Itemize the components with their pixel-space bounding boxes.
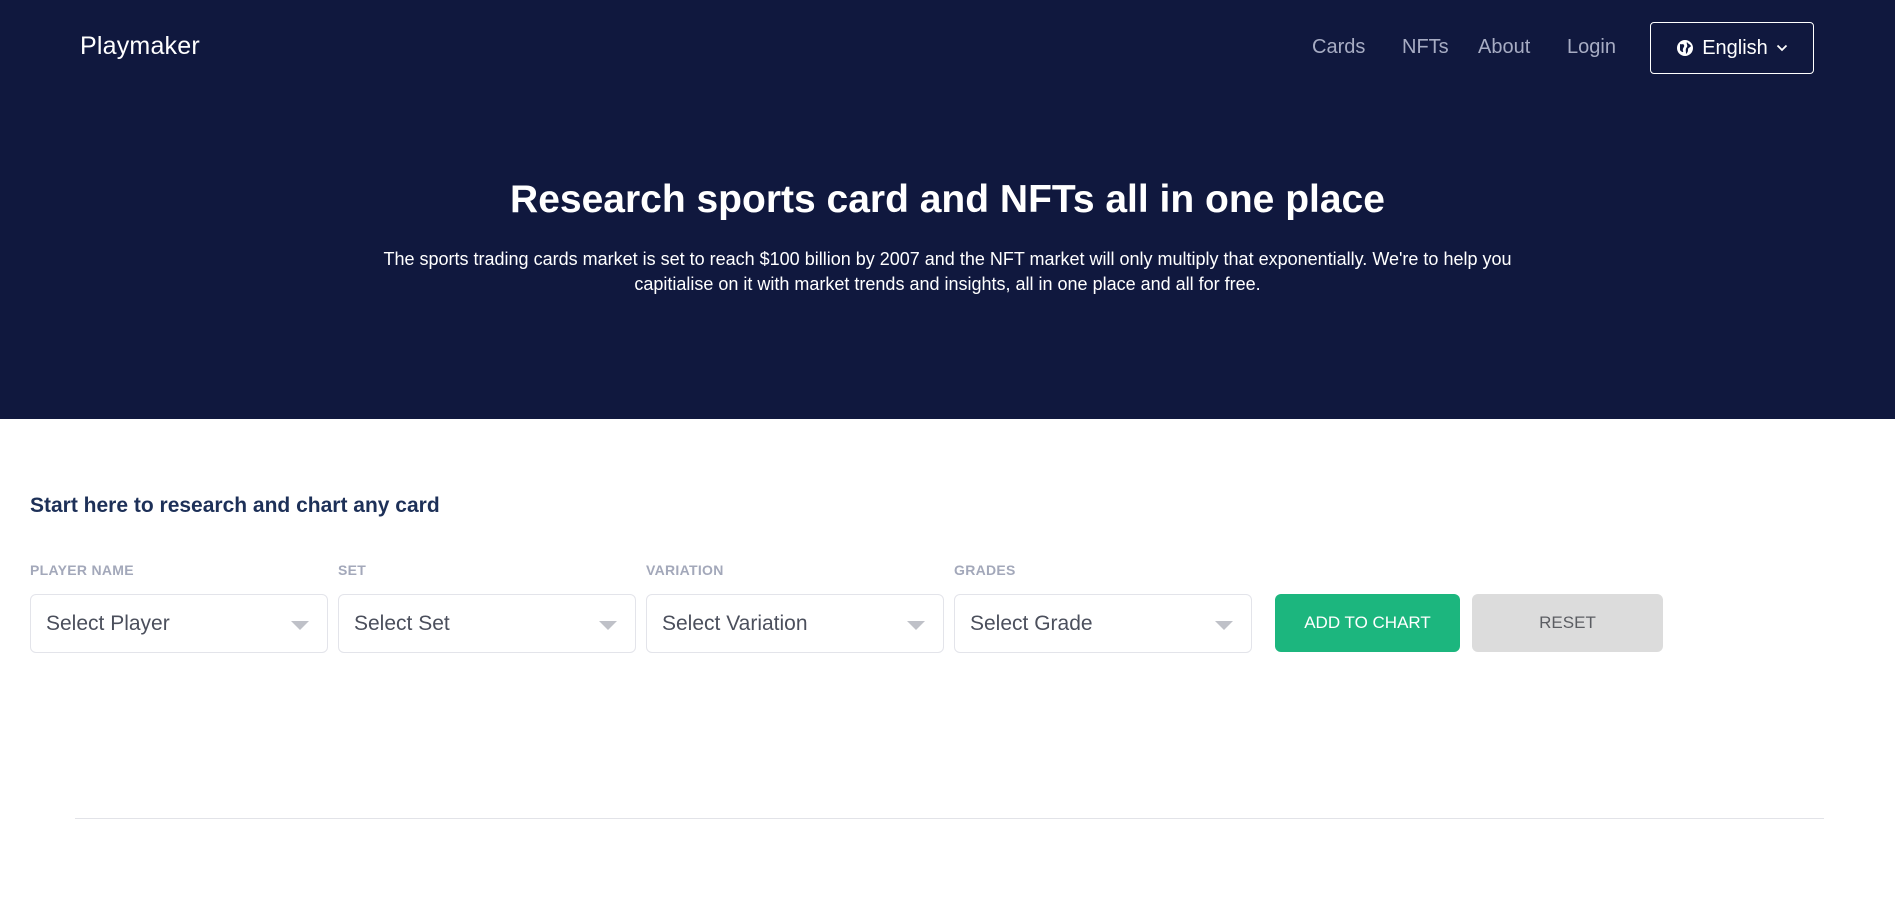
caret-down-icon [907,621,925,630]
player-select[interactable]: Select Player [30,594,328,653]
research-heading: Start here to research and chart any car… [30,494,440,517]
nav-login[interactable]: Login [1567,36,1616,59]
caret-down-icon [291,621,309,630]
hero-section: Playmaker Cards NFTs About Login English… [0,0,1895,419]
player-select-value: Select Player [46,611,170,635]
variation-select-value: Select Variation [662,611,808,635]
set-select-value: Select Set [354,611,450,635]
nav-about[interactable]: About [1478,36,1530,59]
variation-select[interactable]: Select Variation [646,594,944,653]
language-selector[interactable]: English [1650,22,1814,74]
caret-down-icon [599,621,617,630]
grade-select[interactable]: Select Grade [954,594,1252,653]
nav-cards[interactable]: Cards [1312,36,1365,59]
set-select[interactable]: Select Set [338,594,636,653]
brand-logo[interactable]: Playmaker [80,32,200,61]
caret-down-icon [1215,621,1233,630]
grades-label: GRADES [954,562,1016,578]
add-to-chart-button[interactable]: ADD TO CHART [1275,594,1460,652]
chevron-down-icon [1776,44,1788,52]
hero-subtitle: The sports trading cards market is set t… [383,249,1512,294]
reset-button[interactable]: RESET [1472,594,1663,652]
section-divider [75,818,1824,819]
grade-select-value: Select Grade [970,611,1093,635]
globe-icon [1676,39,1694,57]
hero-title: Research sports card and NFTs all in one… [510,178,1385,221]
nav-nfts[interactable]: NFTs [1402,36,1449,59]
set-label: SET [338,562,367,578]
language-label: English [1702,36,1768,59]
variation-label: VARIATION [646,562,724,578]
player-name-label: PLAYER NAME [30,562,134,578]
